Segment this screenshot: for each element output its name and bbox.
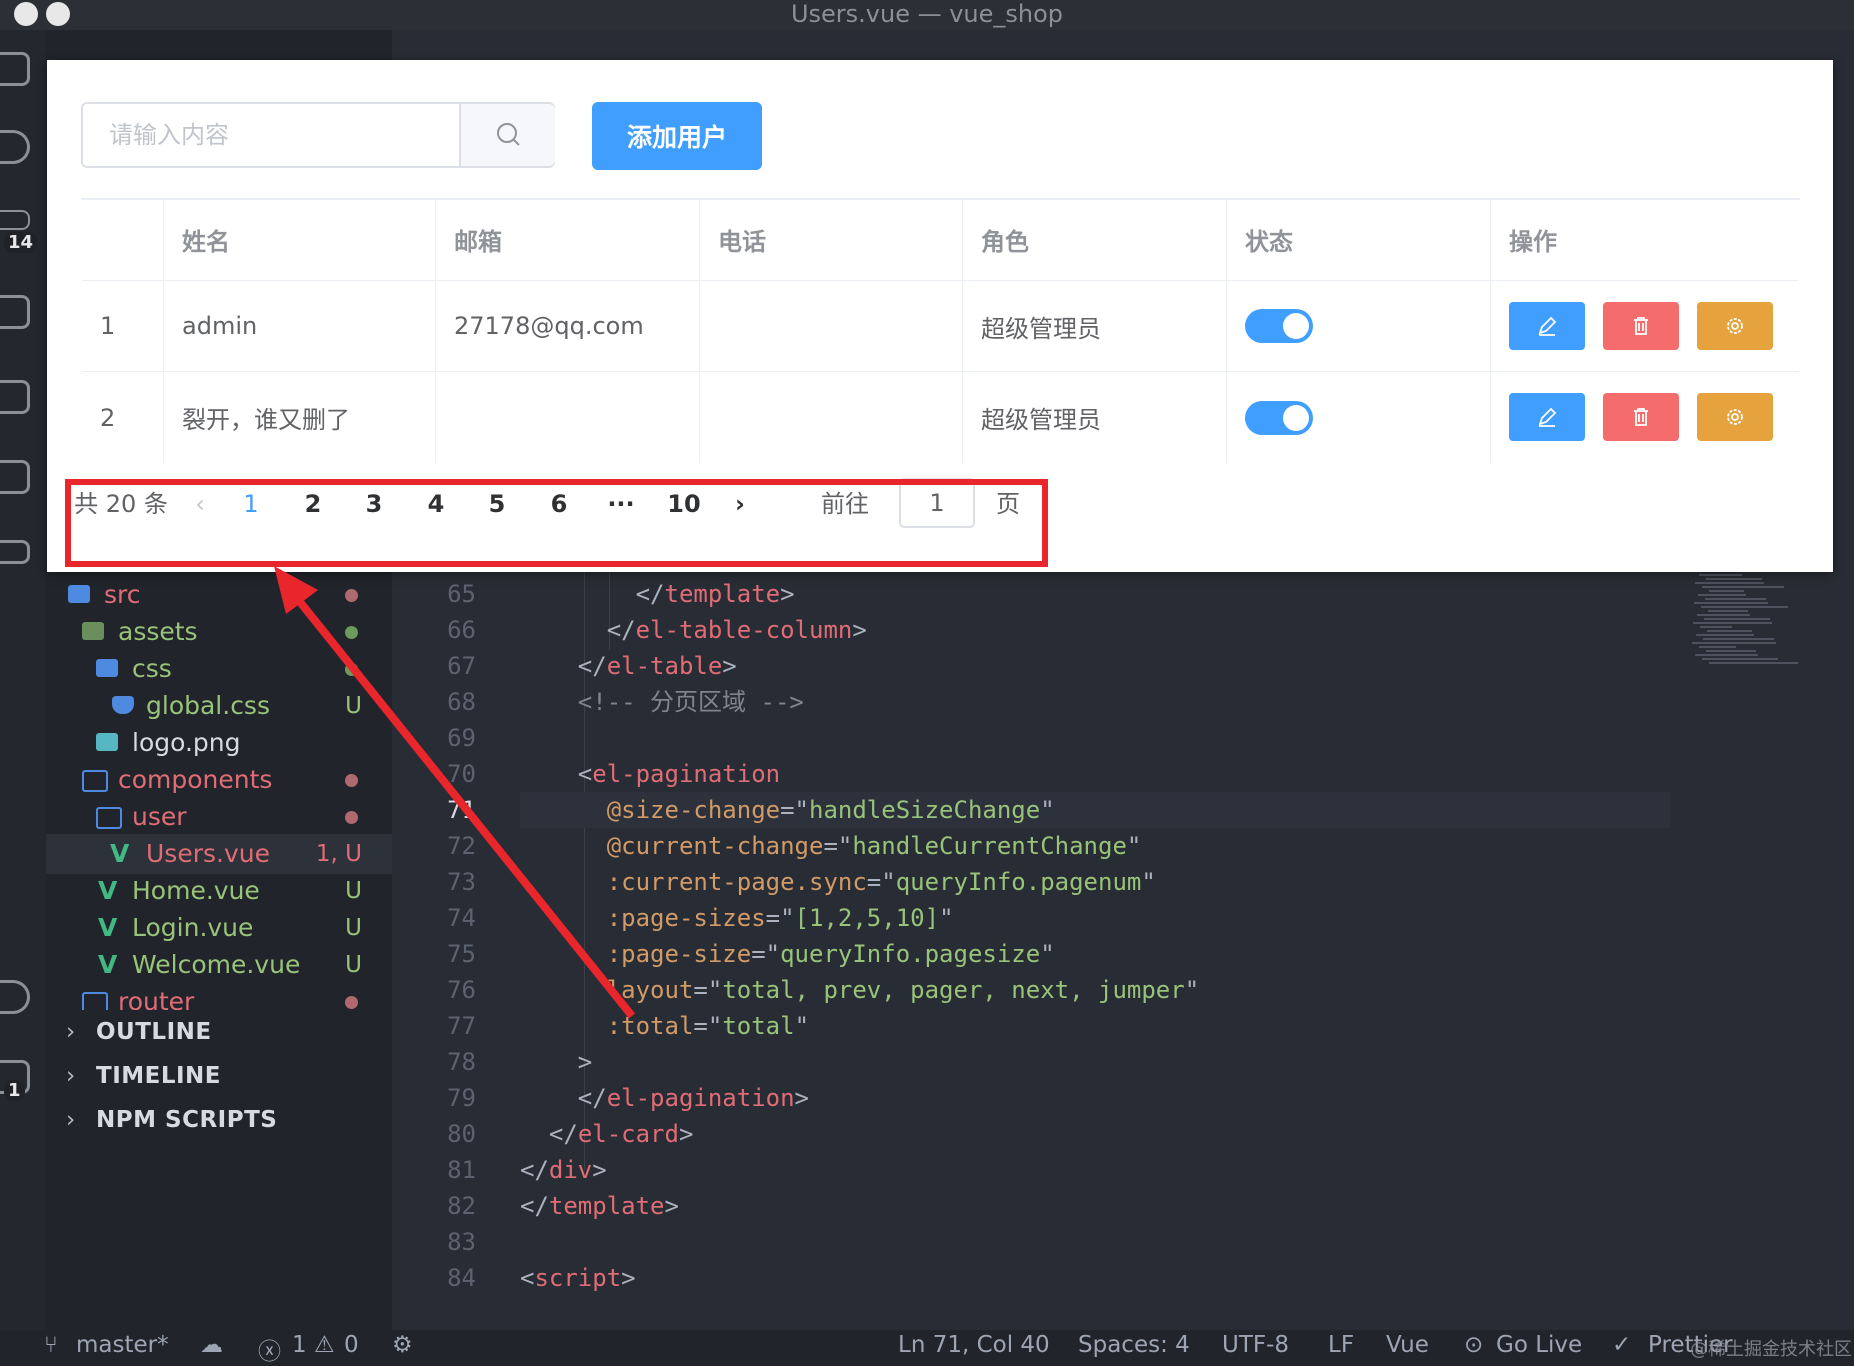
watermark: @稀土掘金技术社区 xyxy=(1690,1339,1852,1360)
arrow-shaft xyxy=(288,589,636,1019)
arrow-head xyxy=(274,566,318,614)
annotation-arrow xyxy=(274,566,636,1019)
